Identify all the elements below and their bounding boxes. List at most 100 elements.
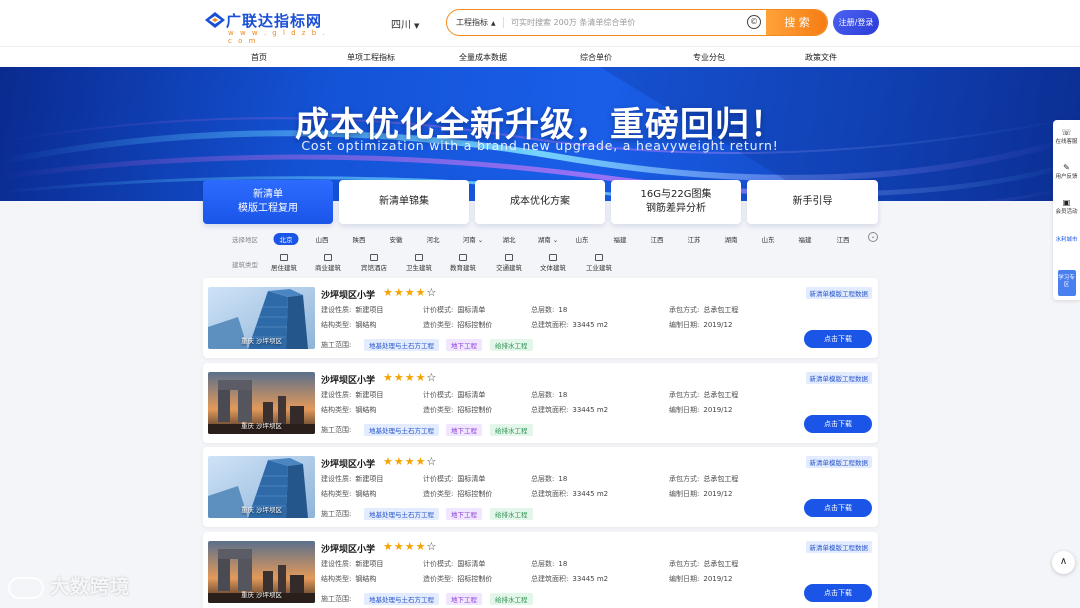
field-cost-type: 造价类型: 招标控制价 bbox=[423, 489, 492, 499]
project-title[interactable]: 沙坪坝区小学 bbox=[321, 457, 375, 470]
project-card[interactable]: 重庆 沙坪坝区 沙坪坝区小学 ★★★★☆ 建设性质: 新建项目 计价模式: 国标清单… bbox=[203, 278, 878, 358]
type-industrial[interactable]: 工业建筑 bbox=[586, 254, 612, 272]
field-label: 造价类型: bbox=[423, 406, 454, 414]
rail-feedback[interactable]: ✎ 用户反馈 bbox=[1053, 164, 1080, 181]
template-data-badge: 新清单模版工程数据 bbox=[805, 456, 872, 468]
project-title[interactable]: 沙坪坝区小学 bbox=[321, 288, 375, 301]
field-value: 2019/12 bbox=[703, 406, 733, 414]
region-option[interactable]: 山东 bbox=[576, 234, 589, 244]
scope-tag: 给排水工程 bbox=[490, 339, 533, 351]
region-option-expandable[interactable]: 河南 ⌄ bbox=[463, 234, 484, 244]
field-label: 计价模式: bbox=[423, 391, 454, 399]
search-button[interactable]: 搜 索 bbox=[766, 10, 827, 35]
field-value: 国标清单 bbox=[457, 306, 486, 314]
nav-subcontract[interactable]: 专业分包 bbox=[693, 52, 725, 63]
region-label: 四川 bbox=[391, 20, 411, 31]
project-thumbnail[interactable]: 重庆 沙坪坝区 bbox=[208, 287, 315, 349]
thumbnail-caption: 重庆 沙坪坝区 bbox=[240, 591, 283, 599]
project-thumbnail[interactable]: 重庆 沙坪坝区 bbox=[208, 541, 315, 603]
type-hotel[interactable]: 宾馆酒店 bbox=[361, 254, 387, 272]
expand-regions-icon[interactable]: ⌄ bbox=[868, 232, 878, 242]
field-floors: 总层数: 18 bbox=[531, 559, 567, 569]
project-thumbnail[interactable]: 重庆 沙坪坝区 bbox=[208, 456, 315, 518]
field-label: 承包方式: bbox=[669, 475, 700, 483]
type-health[interactable]: 卫生建筑 bbox=[406, 254, 432, 272]
region-option[interactable]: 山西 bbox=[316, 234, 329, 244]
region-option[interactable]: 福建 bbox=[614, 234, 627, 244]
type-education[interactable]: 教育建筑 bbox=[450, 254, 476, 272]
nav-single-project[interactable]: 单项工程指标 bbox=[347, 52, 395, 63]
field-value: 总承包工程 bbox=[703, 391, 739, 399]
region-option-expandable[interactable]: 湖南 ⌄ bbox=[538, 234, 559, 244]
region-option[interactable]: 江西 bbox=[837, 234, 850, 244]
field-label: 建设性质: bbox=[321, 560, 352, 568]
type-transport[interactable]: 交通建筑 bbox=[496, 254, 522, 272]
field-label: 结构类型: bbox=[321, 490, 352, 498]
top-header: 广联达指标网 w w w . g l d z b . c o m 四川 ▼ 工程指… bbox=[0, 0, 1080, 46]
region-option[interactable]: 河北 bbox=[427, 234, 440, 244]
star-filled-icon: ★ bbox=[393, 286, 405, 299]
back-to-top-button[interactable]: ∧ bbox=[1052, 551, 1075, 574]
nav-full-cost[interactable]: 全量成本数据 bbox=[459, 52, 507, 63]
tab-new-list-collection[interactable]: 新清单锦集 bbox=[339, 180, 469, 224]
field-floors: 总层数: 18 bbox=[531, 305, 567, 315]
field-label: 造价类型: bbox=[423, 321, 454, 329]
download-button[interactable]: 点击下载 bbox=[804, 584, 872, 602]
nav-unit-price[interactable]: 综合单价 bbox=[580, 52, 612, 63]
field-structure: 结构类型: 钢结构 bbox=[321, 489, 376, 499]
region-option[interactable]: 湖南 bbox=[725, 234, 738, 244]
type-label: 交通建筑 bbox=[496, 264, 522, 272]
project-title[interactable]: 沙坪坝区小学 bbox=[321, 373, 375, 386]
type-label: 宾馆酒店 bbox=[361, 264, 387, 272]
type-residential[interactable]: 居住建筑 bbox=[271, 254, 297, 272]
rail-online-service[interactable]: ☏ 在线客服 bbox=[1053, 129, 1080, 146]
type-commercial[interactable]: 商业建筑 bbox=[315, 254, 341, 272]
download-button[interactable]: 点击下载 bbox=[804, 330, 872, 348]
region-option[interactable]: 福建 bbox=[799, 234, 812, 244]
type-label: 居住建筑 bbox=[271, 264, 297, 272]
project-card[interactable]: 重庆 沙坪坝区 沙坪坝区小学 ★★★★☆ 建设性质: 新建项目 计价模式: 国标清单… bbox=[203, 363, 878, 443]
site-logo[interactable]: 广联达指标网 w w w . g l d z b . c o m bbox=[204, 9, 334, 45]
region-option[interactable]: 湖北 bbox=[503, 234, 516, 244]
search-input[interactable]: 可实时搜索 200万 条清单综合单价 bbox=[511, 17, 635, 28]
field-compile-date: 编制日期: 2019/12 bbox=[669, 574, 732, 584]
star-filled-icon: ★ bbox=[415, 455, 427, 468]
tab-line2: 模版工程复用 bbox=[238, 203, 298, 214]
type-label: 文体建筑 bbox=[540, 264, 566, 272]
tab-beginner-guide[interactable]: 新手引导 bbox=[747, 180, 878, 224]
star-rating: ★★★★☆ bbox=[383, 371, 437, 384]
project-title[interactable]: 沙坪坝区小学 bbox=[321, 542, 375, 555]
project-card[interactable]: 重庆 沙坪坝区 沙坪坝区小学 ★★★★☆ 建设性质: 新建项目 计价模式: 国标清单… bbox=[203, 532, 878, 608]
tab-template-reuse[interactable]: 新清单 模版工程复用 bbox=[203, 180, 333, 224]
region-selector[interactable]: 四川 ▼ bbox=[391, 16, 419, 31]
download-button[interactable]: 点击下载 bbox=[804, 499, 872, 517]
download-button[interactable]: 点击下载 bbox=[804, 415, 872, 433]
nav-policy[interactable]: 政策文件 bbox=[805, 52, 837, 63]
tab-cost-optimization[interactable]: 成本优化方案 bbox=[475, 180, 605, 224]
thumbnail-caption: 重庆 沙坪坝区 bbox=[240, 337, 283, 345]
education-icon bbox=[459, 254, 467, 261]
region-option[interactable]: 安徽 bbox=[390, 234, 403, 244]
login-button[interactable]: 注册/登录 bbox=[833, 10, 879, 35]
rail-learning[interactable]: 学习专区 bbox=[1053, 270, 1080, 296]
field-label: 建设性质: bbox=[321, 475, 352, 483]
camera-icon[interactable]: © bbox=[747, 15, 761, 29]
region-option[interactable]: 陕西 bbox=[353, 234, 366, 244]
star-empty-icon: ☆ bbox=[426, 286, 438, 299]
rail-member-activity[interactable]: ▣ 会员活动 bbox=[1053, 199, 1080, 216]
region-option[interactable]: 江西 bbox=[651, 234, 664, 244]
field-value: 33445 m2 bbox=[572, 321, 609, 329]
search-bar: 工程指标 ▲ 可实时搜索 200万 条清单综合单价 © 搜 索 bbox=[446, 9, 828, 36]
rail-water-city[interactable]: 水利城市 bbox=[1053, 237, 1080, 244]
field-value: 33445 m2 bbox=[572, 575, 609, 583]
nav-home[interactable]: 首页 bbox=[251, 52, 267, 63]
region-option[interactable]: 北京 bbox=[273, 233, 299, 245]
project-card[interactable]: 重庆 沙坪坝区 沙坪坝区小学 ★★★★☆ 建设性质: 新建项目 计价模式: 国标清单… bbox=[203, 447, 878, 527]
tab-rebar-diff[interactable]: 16G与22G图集 钢筋差异分析 bbox=[611, 180, 741, 224]
region-option[interactable]: 山东 bbox=[762, 234, 775, 244]
type-culture-sports[interactable]: 文体建筑 bbox=[540, 254, 566, 272]
search-type-select[interactable]: 工程指标 ▲ bbox=[456, 17, 496, 28]
region-option[interactable]: 江苏 bbox=[688, 234, 701, 244]
field-value: 新建项目 bbox=[355, 475, 384, 483]
project-thumbnail[interactable]: 重庆 沙坪坝区 bbox=[208, 372, 315, 434]
